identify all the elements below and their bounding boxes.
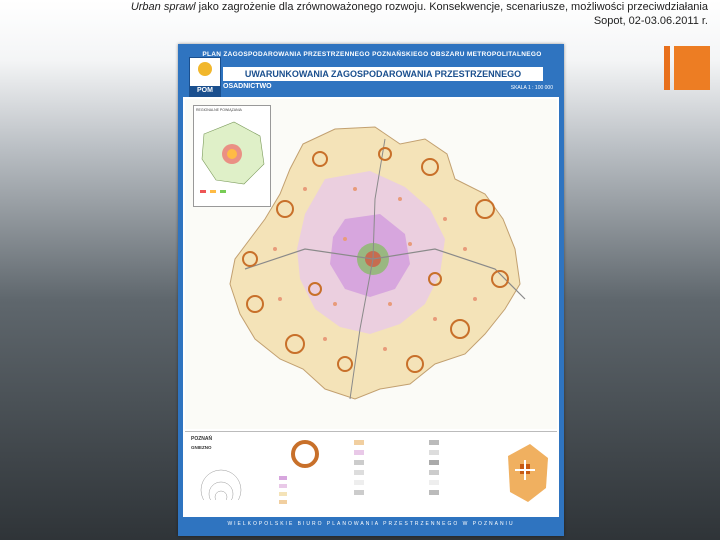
logo-text: POM: [190, 86, 220, 96]
legend-col-1: POZNAŃ GNIEZNO: [191, 436, 251, 500]
legend-col-3: [350, 436, 420, 516]
legend-mini-map: [508, 444, 548, 502]
plan-title: PLAN ZAGOSPODAROWANIA PRZESTRZENNEGO POZ…: [202, 51, 542, 58]
inset-title: REGIONALNE POWIĄZANIA: [196, 108, 242, 112]
legend-circles-graphic: [200, 469, 242, 500]
orange-accent-bar: [664, 46, 670, 90]
slide-header: Urban sprawl jako zagrożenie dla zrównow…: [0, 0, 712, 28]
logo-emblem-icon: [198, 62, 212, 76]
settlement-map: REGIONALNE POWIĄZANIA: [185, 99, 557, 429]
orange-accent-box: [674, 46, 710, 90]
orange-accent: [664, 46, 710, 90]
header-italic: Urban sprawl: [130, 1, 196, 13]
map-legend: POZNAŃ GNIEZNO: [185, 431, 557, 516]
legend-col-4: [425, 436, 495, 516]
legend-main-city: POZNAŃ: [191, 436, 213, 442]
header-line-1: Urban sprawl jako zagrożenie dla zrównow…: [0, 0, 712, 14]
poster-title-band: PLAN ZAGOSPODAROWANIA PRZESTRZENNEGO POZ…: [183, 49, 559, 97]
header-line-2: Sopot, 02-03.06.2011 r.: [593, 15, 708, 27]
poster-inner: PLAN ZAGOSPODAROWANIA PRZESTRZENNEGO POZ…: [183, 49, 559, 531]
legend-col-2: [275, 436, 335, 516]
legend-col-5: [500, 436, 554, 516]
legend-swatches-3: [429, 440, 439, 495]
sub-title: OSADNICTWO: [223, 83, 272, 90]
pom-logo: POM: [189, 57, 221, 97]
inset-graphic: [200, 121, 265, 193]
regional-inset-map: REGIONALNE POWIĄZANIA: [193, 105, 271, 207]
header-rest: jako zagrożenie dla zrównoważonego rozwo…: [195, 1, 708, 13]
map-poster: PLAN ZAGOSPODAROWANIA PRZESTRZENNEGO POZ…: [178, 44, 564, 536]
legend-swatches-2: [354, 440, 364, 495]
legend-swatches-1: [279, 440, 319, 504]
poster-footer: WIELKOPOLSKIE BIURO PLANOWANIA PRZESTRZE…: [183, 517, 559, 531]
scale-label: SKALA 1 : 100 000: [510, 85, 553, 91]
main-title: UWARUNKOWANIA ZAGOSPODAROWANIA PRZESTRZE…: [223, 67, 543, 81]
